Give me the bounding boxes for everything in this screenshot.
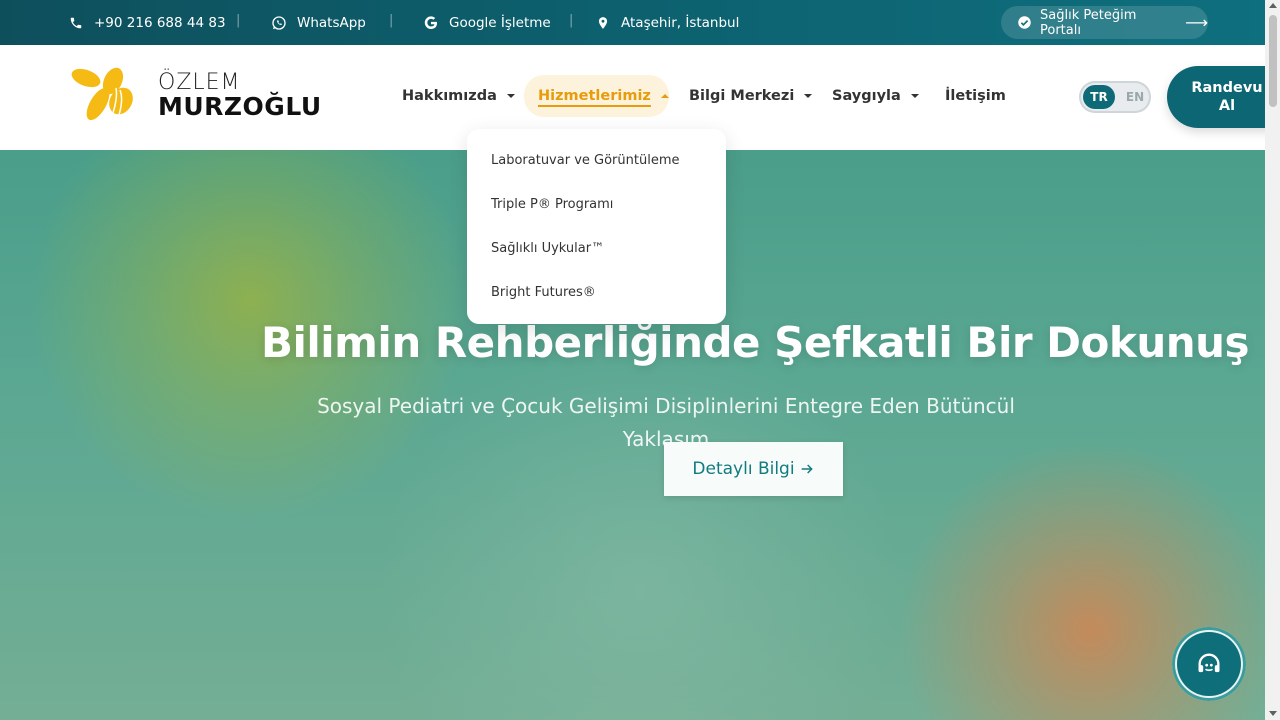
nav-label: Hakkımızda — [402, 88, 497, 104]
google-business-link[interactable]: Google İşletme — [423, 0, 551, 45]
appointment-label-line1: Randevu — [1191, 80, 1263, 96]
hero-title: Bilimin Rehberliğinde Şefkatli Bir Dokun… — [260, 318, 1250, 367]
location-link[interactable]: Ataşehir, İstanbul — [595, 0, 739, 45]
top-bar: +90 216 688 44 83 | WhatsApp | Google İş… — [0, 0, 1265, 45]
caret-down-icon — [910, 94, 919, 98]
caret-up-icon — [660, 94, 669, 98]
details-button[interactable]: Detaylı Bilgi — [664, 442, 843, 496]
support-chat-button[interactable] — [1172, 627, 1246, 701]
nav-item-bilgi-merkezi[interactable]: Bilgi Merkezi — [689, 78, 813, 114]
whatsapp-link[interactable]: WhatsApp — [271, 0, 366, 45]
details-button-label: Detaylı Bilgi — [692, 459, 795, 479]
logo-mark-icon — [71, 67, 133, 121]
services-dropdown: Laboratuvar ve Görüntüleme Triple P® Pro… — [467, 129, 726, 324]
lang-en-option[interactable]: EN — [1123, 85, 1147, 109]
phone-number: +90 216 688 44 83 — [94, 14, 226, 31]
phone-link[interactable]: +90 216 688 44 83 — [68, 0, 226, 45]
nav-item-hizmetlerimiz[interactable]: Hizmetlerimiz — [538, 78, 669, 114]
appointment-button[interactable]: Randevu Al — [1167, 66, 1280, 128]
dropdown-item-triple-p[interactable]: Triple P® Programı — [491, 197, 613, 212]
health-portal-button[interactable]: Sağlık Peteğim Portalı ⟶ — [1001, 6, 1208, 39]
nav-label: Saygıyla — [832, 88, 901, 104]
portal-label: Sağlık Peteğim Portalı — [1040, 7, 1137, 38]
nav-item-iletisim[interactable]: İletişim — [945, 78, 1006, 114]
dropdown-item-sleep[interactable]: Sağlıklı Uykular™ — [491, 241, 604, 256]
arrow-right-icon: ⟶ — [1185, 13, 1208, 32]
arrow-right-icon — [801, 464, 813, 474]
caret-down-icon — [804, 94, 813, 98]
nav-label: İletişim — [945, 88, 1006, 104]
nav-item-saygiyla[interactable]: Saygıyla — [832, 78, 919, 114]
nav-item-hakkimizda[interactable]: Hakkımızda — [402, 78, 515, 114]
location-label: Ataşehir, İstanbul — [621, 14, 740, 31]
scroll-thumb[interactable] — [1269, 15, 1277, 107]
language-toggle[interactable]: TR EN — [1079, 81, 1151, 113]
whatsapp-icon — [271, 15, 287, 31]
lang-tr-option[interactable]: TR — [1083, 85, 1115, 109]
separator: | — [569, 13, 574, 28]
nav-label: Bilgi Merkezi — [689, 88, 795, 104]
check-circle-icon — [1017, 15, 1032, 31]
page-scrollbar[interactable] — [1265, 0, 1280, 720]
location-pin-icon — [595, 15, 611, 31]
scroll-up-arrow-icon[interactable] — [1269, 3, 1277, 8]
support-inner — [1177, 632, 1241, 696]
separator: | — [389, 13, 394, 28]
whatsapp-label: WhatsApp — [297, 14, 366, 31]
appointment-label-line2: Al — [1218, 98, 1236, 114]
dropdown-item-bright-futures[interactable]: Bright Futures® — [491, 285, 596, 300]
google-icon — [423, 15, 439, 31]
logo-text-last-name: MURZOĞLU — [158, 92, 322, 121]
google-label: Google İşletme — [449, 14, 551, 31]
caret-down-icon — [506, 94, 515, 98]
phone-icon — [68, 15, 84, 31]
scroll-down-arrow-icon[interactable] — [1269, 711, 1277, 716]
separator: | — [236, 13, 241, 28]
dropdown-item-lab[interactable]: Laboratuvar ve Görüntüleme — [491, 153, 679, 168]
headset-icon — [1198, 653, 1220, 673]
nav-label: Hizmetlerimiz — [538, 88, 651, 104]
